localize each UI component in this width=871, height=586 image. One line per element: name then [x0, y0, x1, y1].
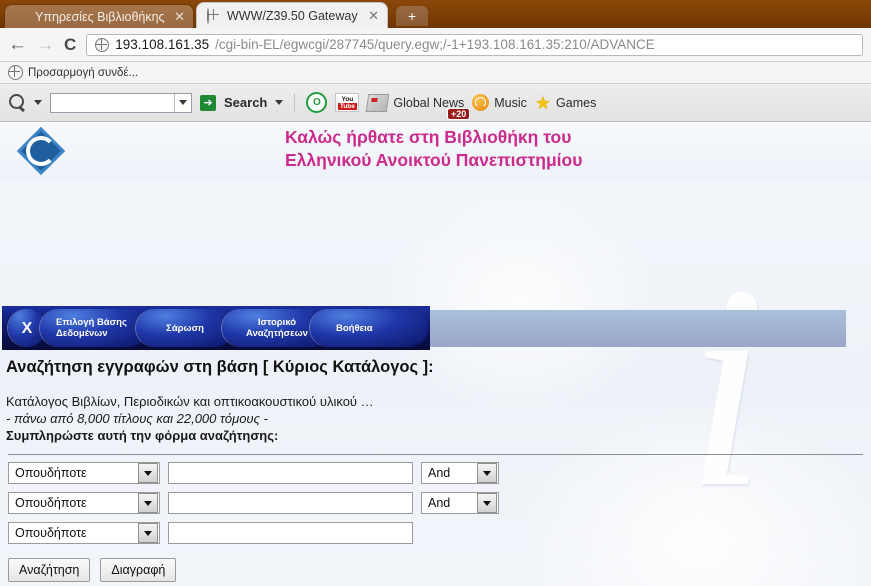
field-select-1[interactable]: Οπουδήποτε	[8, 462, 160, 484]
toolbar-item-games[interactable]: ★ Games	[535, 94, 596, 112]
title-line-2: Ελληνικού Ανοικτού Πανεπιστημίου	[285, 150, 583, 170]
main-content: Αναζήτηση εγγραφών στη βάση [ Κύριος Κατ…	[0, 358, 871, 455]
tab-title: Υπηρεσίες Βιβλιοθήκης Ελλ	[35, 9, 166, 24]
nav-right-panel	[430, 310, 846, 347]
star-icon: ★	[534, 92, 552, 113]
site-header: Καλώς ήρθατε στη Βιβλιοθήκη του Ελληνικο…	[0, 122, 871, 180]
bookmark-label: Προσαρμογή συνδέ...	[28, 66, 139, 79]
clear-button[interactable]: Διαγραφή	[100, 558, 177, 582]
bookmark-item[interactable]: Προσαρμογή συνδέ...	[8, 65, 138, 80]
navigation-bar: ← → C 193.108.161.35/cgi-bin-EL/egwcgi/2…	[0, 28, 871, 62]
search-button-label[interactable]: Search	[224, 95, 267, 110]
field-select-3[interactable]: Οπουδήποτε	[8, 522, 160, 544]
field-select-value: Οπουδήποτε	[15, 526, 87, 540]
operator-select-1[interactable]: And	[421, 462, 499, 484]
desc-line-3: Συμπληρώστε αυτή την φόρμα αναζήτησης:	[6, 428, 279, 443]
search-input-1[interactable]	[168, 462, 413, 484]
nav-select-database[interactable]: Επιλογή Βάσης Δεδομένων	[40, 309, 148, 347]
diamond-icon	[15, 10, 29, 24]
desc-line-2: - πάνω από 8,000 τίτλους και 22,000 τόμο…	[6, 411, 268, 426]
divider	[8, 454, 863, 455]
title-line-1: Καλώς ήρθατε στη Βιβλιοθήκη του	[285, 127, 572, 147]
chevron-down-icon	[179, 100, 187, 105]
search-row: Οπουδήποτε And	[8, 462, 871, 484]
status-badge: +20	[446, 107, 471, 120]
desc-line-1: Κατάλογος Βιβλίων, Περιοδικών και οπτικο…	[6, 394, 374, 409]
operator-value: And	[428, 496, 451, 510]
url-path: /cgi-bin-EL/egwcgi/287745/query.egw;/-1+…	[215, 37, 655, 52]
site-nav: X Επιλογή Βάσης Δεδομένων Σάρωση Ιστορικ…	[0, 306, 871, 350]
chevron-down-icon	[477, 493, 497, 513]
nav-help[interactable]: Βοήθεια	[310, 309, 428, 347]
news-icon	[366, 93, 390, 112]
page-content: i Καλώς ήρθατε στη Βιβλιοθήκη του Ελληνι…	[0, 122, 871, 586]
eap-logo	[13, 126, 69, 176]
page-title: Καλώς ήρθατε στη Βιβλιοθήκη του Ελληνικο…	[285, 126, 845, 172]
divider	[294, 92, 296, 113]
search-toolbar: ➜ Search O You Tube Global News +20 Music…	[0, 84, 871, 122]
field-select-value: Οπουδήποτε	[15, 496, 87, 510]
globe-icon	[207, 7, 221, 24]
toolbar-item-global-news[interactable]: Global News +20	[366, 93, 471, 120]
operator-select-2[interactable]: And	[421, 492, 499, 514]
globe-icon	[8, 65, 23, 80]
browser-window: Υπηρεσίες Βιβλιοθήκης Ελλ ✕ WWW/Z39.50 G…	[0, 0, 871, 586]
database-description: Κατάλογος Βιβλίων, Περιοδικών και οπτικο…	[6, 393, 871, 444]
toolbar-search-input[interactable]	[50, 92, 192, 113]
search-input-3[interactable]	[168, 522, 413, 544]
new-tab-button[interactable]: +	[396, 6, 428, 26]
search-row: Οπουδήποτε And	[8, 492, 871, 514]
search-dropdown-button[interactable]	[174, 93, 191, 112]
address-bar[interactable]: 193.108.161.35/cgi-bin-EL/egwcgi/287745/…	[86, 33, 863, 56]
search-form: Οπουδήποτε And Οπουδήποτε And Οπουδήποτε…	[0, 462, 871, 586]
chevron-down-icon	[477, 463, 497, 483]
close-icon[interactable]: ✕	[172, 9, 187, 25]
youtube-icon[interactable]: You Tube	[335, 93, 360, 112]
bookmarks-bar: Προσαρμογή συνδέ...	[0, 62, 871, 84]
url-host: 193.108.161.35	[115, 37, 210, 52]
toolbar-item-music[interactable]: Music	[472, 94, 527, 111]
search-icon[interactable]	[8, 93, 26, 112]
chevron-down-icon	[138, 523, 158, 543]
chevron-down-icon[interactable]	[34, 100, 42, 105]
form-buttons: Αναζήτηση Διαγραφή	[8, 558, 871, 582]
chevron-down-icon[interactable]	[275, 100, 284, 105]
search-heading: Αναζήτηση εγγραφών στη βάση [ Κύριος Κατ…	[6, 358, 434, 376]
chevron-down-icon	[138, 493, 158, 513]
chevron-down-icon	[138, 463, 158, 483]
field-select-value: Οπουδήποτε	[15, 466, 87, 480]
search-text-area[interactable]	[51, 94, 174, 112]
search-row: Οπουδήποτε	[8, 522, 871, 544]
go-arrow-icon[interactable]: ➜	[200, 94, 216, 111]
nav-browse[interactable]: Σάρωση	[136, 309, 234, 347]
close-icon[interactable]: ✕	[366, 8, 381, 24]
browser-tab-active[interactable]: WWW/Z39.50 Gateway Que ✕	[196, 2, 388, 28]
opera-icon[interactable]: O	[306, 92, 328, 113]
browser-tab-inactive[interactable]: Υπηρεσίες Βιβλιοθήκης Ελλ ✕	[4, 4, 194, 28]
search-input-2[interactable]	[168, 492, 413, 514]
music-icon	[472, 94, 490, 111]
site-globe-icon	[95, 37, 110, 52]
toolbar-item-label: Music	[494, 95, 527, 110]
back-icon[interactable]: ←	[8, 35, 27, 54]
title-bar: Υπηρεσίες Βιβλιοθήκης Ελλ ✕ WWW/Z39.50 G…	[0, 0, 871, 28]
forward-icon[interactable]: →	[37, 36, 54, 53]
field-select-2[interactable]: Οπουδήποτε	[8, 492, 160, 514]
search-button[interactable]: Αναζήτηση	[8, 558, 91, 582]
tab-title: WWW/Z39.50 Gateway Que	[227, 8, 360, 23]
reload-icon[interactable]: C	[64, 36, 76, 53]
operator-value: And	[428, 466, 451, 480]
toolbar-item-label: Games	[556, 95, 597, 110]
